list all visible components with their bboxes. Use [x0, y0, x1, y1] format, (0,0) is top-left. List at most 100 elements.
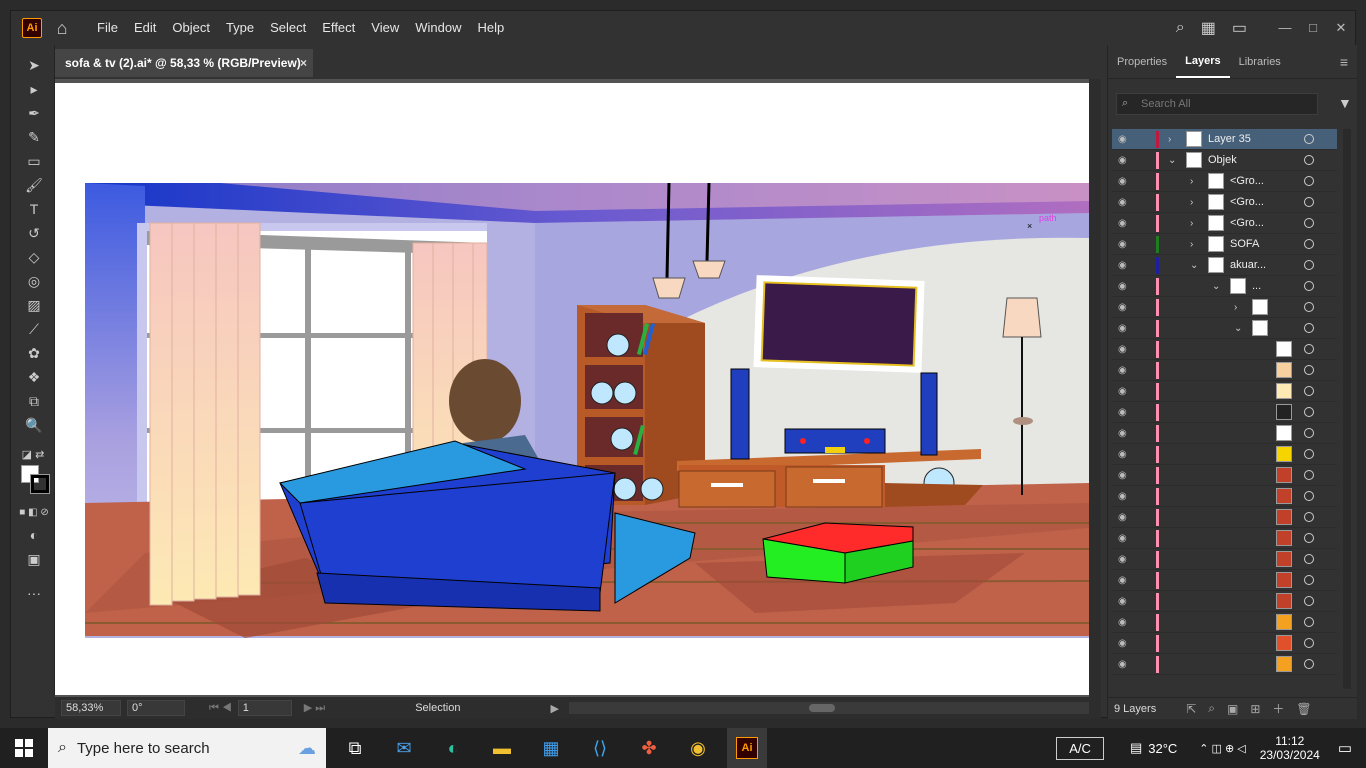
target-icon[interactable] [1304, 176, 1314, 186]
document-tab[interactable]: sofa & tv (2).ai* @ 58,33 % (RGB/Preview… [55, 49, 313, 77]
menu-help[interactable]: Help [469, 11, 512, 45]
symbol-tool-icon[interactable]: ❖ [23, 367, 45, 387]
swap-colors-icon[interactable]: ◪ ⇄ [15, 445, 51, 465]
figma-icon[interactable]: ✤ [629, 728, 669, 768]
layer-row[interactable]: ◉ [1112, 444, 1337, 465]
target-icon[interactable] [1304, 239, 1314, 249]
temperature[interactable]: 32°C [1148, 741, 1177, 756]
layer-row[interactable]: ◉ ⌄ ... [1112, 276, 1337, 297]
visibility-icon[interactable]: ◉ [1118, 533, 1130, 544]
pen-tool-icon[interactable]: ✒ [23, 103, 45, 123]
layer-row[interactable]: ◉ › [1112, 297, 1337, 318]
rectangle-tool-icon[interactable]: ▭ [23, 151, 45, 171]
panel-menu-icon[interactable]: ≡ [1331, 54, 1357, 70]
artboard[interactable]: path × [55, 83, 1090, 695]
maximize-icon[interactable]: □ [1299, 20, 1327, 36]
target-icon[interactable] [1304, 470, 1314, 480]
target-icon[interactable] [1304, 512, 1314, 522]
layer-row[interactable]: ◉ › Layer 35 [1112, 129, 1337, 150]
visibility-icon[interactable]: ◉ [1118, 197, 1130, 208]
target-icon[interactable] [1304, 302, 1314, 312]
menu-file[interactable]: File [89, 11, 126, 45]
layer-row[interactable]: ◉ [1112, 339, 1337, 360]
eyedropper-tool-icon[interactable]: ⟋ [23, 319, 45, 339]
visibility-icon[interactable]: ◉ [1118, 470, 1130, 481]
mail-icon[interactable]: ✉ [384, 728, 424, 768]
visibility-icon[interactable]: ◉ [1118, 260, 1130, 271]
target-icon[interactable] [1304, 449, 1314, 459]
windows-start-icon[interactable] [0, 728, 48, 768]
clock[interactable]: 11:12 23/03/2024 [1260, 734, 1320, 762]
chrome-icon[interactable]: ◉ [678, 728, 718, 768]
target-icon[interactable] [1304, 491, 1314, 501]
layer-row[interactable]: ◉ [1112, 486, 1337, 507]
blend-tool-icon[interactable]: ✿ [23, 343, 45, 363]
zoom-field[interactable]: 58,33% [61, 700, 121, 716]
eraser-tool-icon[interactable]: ◇ [23, 247, 45, 267]
chevron-right-icon[interactable]: › [1234, 302, 1237, 313]
tab-properties[interactable]: Properties [1108, 56, 1176, 68]
layer-row[interactable]: ◉ [1112, 654, 1337, 675]
target-icon[interactable] [1304, 659, 1314, 669]
target-icon[interactable] [1304, 323, 1314, 333]
chevron-down-icon[interactable]: ⌄ [1190, 260, 1198, 271]
layer-row[interactable]: ◉ › <Gro... [1112, 192, 1337, 213]
target-icon[interactable] [1304, 365, 1314, 375]
visibility-icon[interactable]: ◉ [1118, 302, 1130, 313]
target-icon[interactable] [1304, 218, 1314, 228]
visibility-icon[interactable]: ◉ [1118, 596, 1130, 607]
target-icon[interactable] [1304, 638, 1314, 648]
layer-row[interactable]: ◉ ⌄ [1112, 318, 1337, 339]
chevron-right-icon[interactable]: › [1190, 176, 1193, 187]
filter-icon[interactable]: ▼ [1338, 95, 1352, 111]
target-icon[interactable] [1304, 197, 1314, 207]
artboard-next-icon[interactable]: ▶ ⏭ [304, 701, 325, 715]
direct-selection-tool-icon[interactable]: ▸ [23, 79, 45, 99]
target-icon[interactable] [1304, 407, 1314, 417]
tab-libraries[interactable]: Libraries [1230, 56, 1290, 68]
target-icon[interactable] [1304, 344, 1314, 354]
layer-row[interactable]: ◉ [1112, 570, 1337, 591]
status-menu-icon[interactable]: ▶ [550, 702, 558, 715]
trash-icon[interactable]: 🗑 [1296, 702, 1311, 716]
vscode-icon[interactable]: ⟨⟩ [580, 728, 620, 768]
layer-row[interactable]: ◉ [1112, 423, 1337, 444]
search-icon[interactable]: ⌕ [1176, 19, 1185, 37]
chevron-right-icon[interactable]: › [1190, 218, 1193, 229]
close-icon[interactable]: ✕ [1327, 20, 1355, 36]
layer-row[interactable]: ◉ [1112, 633, 1337, 654]
gradient-tool-icon[interactable]: ▨ [23, 295, 45, 315]
locate-icon[interactable]: ⌕ [1208, 701, 1215, 716]
target-icon[interactable] [1304, 428, 1314, 438]
target-icon[interactable] [1304, 596, 1314, 606]
visibility-icon[interactable]: ◉ [1118, 239, 1130, 250]
home-icon[interactable]: ⌂ [51, 17, 73, 39]
layer-row[interactable]: ◉ [1112, 591, 1337, 612]
layer-row[interactable]: ◉ [1112, 507, 1337, 528]
menu-view[interactable]: View [363, 11, 407, 45]
tray-icons[interactable]: ⌃ ◫ ⊕ ◁ [1199, 742, 1245, 755]
rotate-tool-icon[interactable]: ↺ [23, 223, 45, 243]
visibility-icon[interactable]: ◉ [1118, 218, 1130, 229]
layer-row[interactable]: ◉ [1112, 360, 1337, 381]
visibility-icon[interactable]: ◉ [1118, 428, 1130, 439]
task-view-icon[interactable]: ⧉ [335, 728, 375, 768]
visibility-icon[interactable]: ◉ [1118, 575, 1130, 586]
scroll-thumb[interactable] [808, 704, 835, 712]
visibility-icon[interactable]: ◉ [1118, 554, 1130, 565]
menu-object[interactable]: Object [164, 11, 218, 45]
warp-tool-icon[interactable]: ◎ [23, 271, 45, 291]
chevron-right-icon[interactable]: › [1190, 239, 1193, 250]
visibility-icon[interactable]: ◉ [1118, 134, 1130, 145]
visibility-icon[interactable]: ◉ [1118, 386, 1130, 397]
export-icon[interactable]: ⇱ [1186, 702, 1196, 716]
layer-row[interactable]: ◉ › <Gro... [1112, 213, 1337, 234]
layer-row[interactable]: ◉ ⌄ akuar... [1112, 255, 1337, 276]
layer-row[interactable]: ◉ [1112, 528, 1337, 549]
layer-row[interactable]: ◉ [1112, 402, 1337, 423]
layer-row[interactable]: ◉ [1112, 612, 1337, 633]
chevron-down-icon[interactable]: ⌄ [1234, 323, 1242, 334]
visibility-icon[interactable]: ◉ [1118, 617, 1130, 628]
visibility-icon[interactable]: ◉ [1118, 491, 1130, 502]
clipping-mask-icon[interactable]: ▣ [1227, 702, 1238, 716]
